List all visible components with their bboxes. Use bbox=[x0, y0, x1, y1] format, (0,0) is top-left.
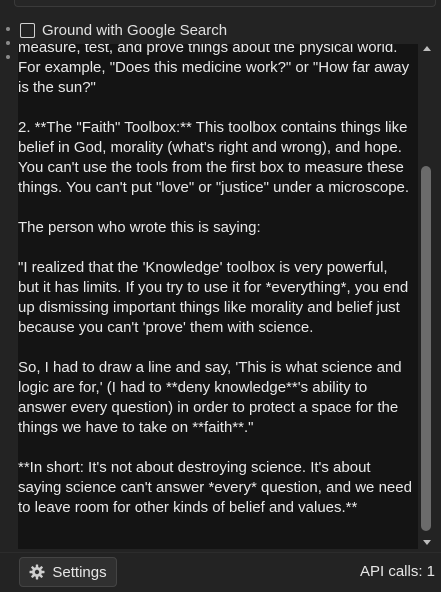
top-panel-edge bbox=[14, 0, 436, 7]
drag-dot bbox=[6, 41, 10, 45]
ground-search-label[interactable]: Ground with Google Search bbox=[42, 22, 227, 39]
response-text: measure, test, and prove things about th… bbox=[18, 44, 412, 516]
scroll-down-arrow-icon[interactable] bbox=[423, 540, 431, 545]
response-panel[interactable]: measure, test, and prove things about th… bbox=[18, 44, 418, 549]
settings-label: Settings bbox=[52, 563, 107, 581]
app-window: Ground with Google Search measure, test,… bbox=[0, 0, 441, 592]
ground-search-option[interactable]: Ground with Google Search bbox=[20, 20, 227, 40]
drag-handle[interactable] bbox=[5, 27, 11, 59]
ground-search-checkbox[interactable] bbox=[20, 22, 35, 38]
footer-divider bbox=[0, 552, 441, 553]
gear-icon bbox=[29, 564, 45, 580]
response-scrollbar[interactable] bbox=[420, 44, 434, 549]
drag-dot bbox=[6, 55, 10, 59]
scroll-thumb[interactable] bbox=[421, 166, 431, 531]
scroll-up-arrow-icon[interactable] bbox=[423, 46, 431, 51]
api-calls-counter: API calls: 1 bbox=[359, 563, 435, 580]
settings-button[interactable]: Settings bbox=[19, 557, 117, 587]
drag-dot bbox=[6, 27, 10, 31]
